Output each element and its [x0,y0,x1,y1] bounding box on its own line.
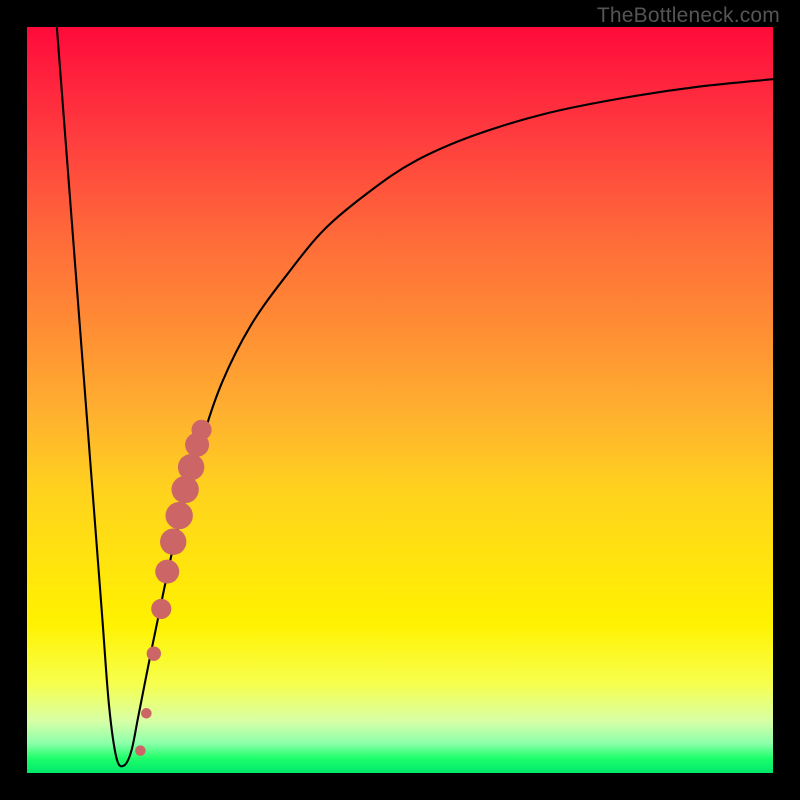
highlight-point [141,708,152,719]
watermark-text: TheBottleneck.com [597,4,780,28]
chart-svg [27,27,773,773]
plot-area [27,27,773,773]
highlight-point [166,502,193,529]
highlight-point [151,599,171,619]
chart-frame: TheBottleneck.com [0,0,800,800]
highlight-points [135,420,212,756]
highlight-point [155,560,179,584]
highlight-point [178,454,204,480]
highlight-point [135,745,146,756]
highlight-point [160,529,186,555]
bottleneck-curve [57,27,773,766]
highlight-point [147,646,161,660]
highlight-point [171,476,198,503]
highlight-point [191,420,211,440]
